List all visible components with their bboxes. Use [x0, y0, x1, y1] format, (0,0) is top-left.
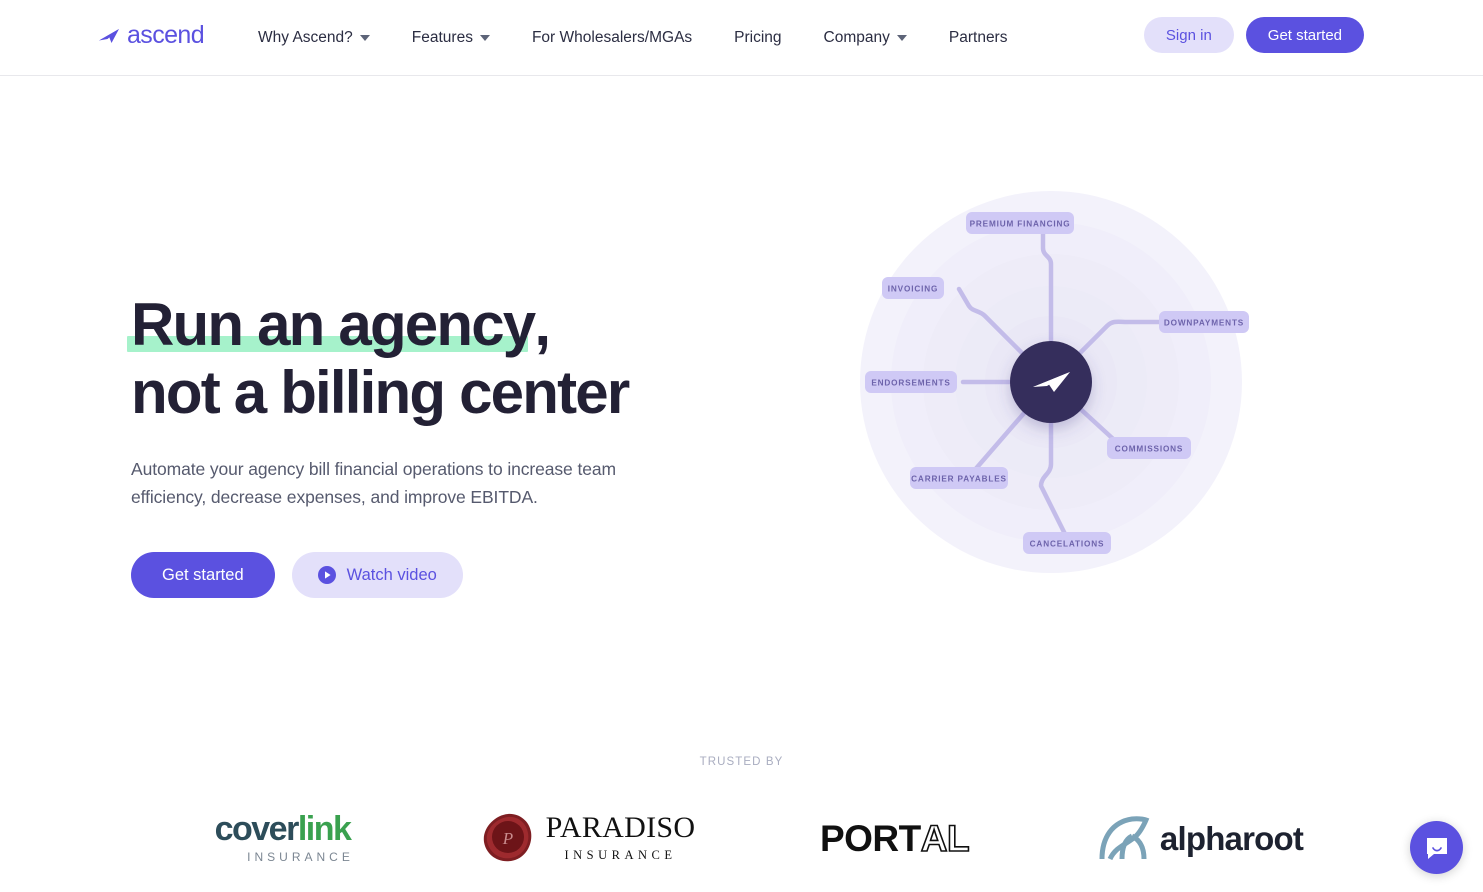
diagram-node-carrier-payables: CARRIER PAYABLES	[910, 467, 1008, 489]
chevron-down-icon	[896, 35, 907, 41]
portal-part-one: PORT	[819, 817, 921, 859]
hero-section: Run an agency, not a billing center Auto…	[0, 76, 1483, 756]
watch-video-button[interactable]: Watch video	[291, 552, 463, 599]
diagram-node-cancelations: CANCELATIONS	[1023, 532, 1111, 554]
chat-bubble-smile-icon	[1424, 835, 1450, 861]
diagram-node-commissions: COMMISSIONS	[1107, 437, 1191, 459]
play-circle-icon	[317, 566, 336, 585]
diagram-node-label: ENDORSEMENTS	[871, 379, 950, 388]
nav-item-company[interactable]: Company	[824, 29, 907, 47]
nav-item-label: Pricing	[734, 29, 782, 46]
coverlink-part-two: link	[297, 810, 352, 848]
coverlink-subtitle: INSURANCE	[247, 850, 354, 864]
diagram-node-label: COMMISSIONS	[1115, 445, 1184, 454]
nav-item-partners[interactable]: Partners	[949, 29, 1008, 47]
coverlink-part-one: cover	[214, 810, 300, 848]
diagram-node-invoicing: INVOICING	[882, 277, 944, 299]
hero-title-line-1: Run an agency	[131, 291, 536, 358]
alpharoot-leaf-icon	[1098, 816, 1150, 860]
nav-item-label: For Wholesalers/MGAs	[531, 29, 693, 46]
diagram-node-label: CARRIER PAYABLES	[911, 475, 1007, 484]
paradiso-name: PARADISO	[545, 811, 696, 844]
hero-copy: Run an agency, not a billing center Auto…	[126, 291, 751, 599]
hero-buttons: Get started Watch video	[131, 552, 751, 599]
nav-item-why-ascend[interactable]: Why Ascend?	[258, 29, 370, 47]
svg-text:P: P	[501, 829, 512, 848]
diagram-node-label: PREMIUM FINANCING	[970, 220, 1071, 229]
chat-launcher-button[interactable]	[1410, 821, 1463, 874]
top-navigation-bar: ascend Why Ascend? Features For Wholesal…	[0, 0, 1483, 76]
diagram-node-endorsements: ENDORSEMENTS	[865, 371, 957, 393]
chevron-down-icon	[359, 35, 370, 41]
get-started-button-hero[interactable]: Get started	[131, 552, 275, 599]
portal-part-two: AL	[920, 817, 970, 859]
hero-title-highlight: Run an agency	[126, 291, 536, 359]
nav-item-label: Why Ascend?	[258, 29, 353, 46]
watch-video-label: Watch video	[346, 565, 437, 584]
trusted-by-label: TRUSTED BY	[699, 756, 784, 768]
hero-title-comma: ,	[534, 291, 551, 358]
hero-title: Run an agency, not a billing center	[126, 291, 751, 427]
partner-logo-coverlink: cover link INSURANCE	[130, 802, 436, 874]
get-started-button-nav[interactable]: Get started	[1245, 17, 1364, 53]
diagram-node-label: CANCELATIONS	[1030, 540, 1105, 549]
alpharoot-name: alpharoot	[1159, 819, 1304, 857]
nav-item-label: Company	[823, 29, 890, 46]
sign-in-button[interactable]: Sign in	[1143, 17, 1234, 53]
diagram-hub	[1010, 341, 1092, 423]
partner-logo-paradiso: P PARADISO INSURANCE	[436, 802, 742, 874]
diagram-node-label: DOWNPAYMENTS	[1164, 319, 1244, 328]
diagram-node-downpayments: DOWNPAYMENTS	[1159, 311, 1249, 333]
wax-seal-icon: P	[482, 813, 534, 863]
trusted-by-section: TRUSTED BY cover link INSURANCE P PARADI…	[0, 756, 1483, 874]
chevron-down-icon	[479, 35, 490, 41]
nav-item-pricing[interactable]: Pricing	[734, 29, 781, 47]
diagram-node-label: INVOICING	[888, 285, 938, 294]
partner-logo-alpharoot: alpharoot	[1048, 802, 1354, 874]
partner-logo-row: cover link INSURANCE P PARADISO INSURANC…	[0, 802, 1483, 874]
nav-links: Why Ascend? Features For Wholesalers/MGA…	[258, 0, 1007, 76]
ascend-logo[interactable]: ascend	[98, 21, 205, 49]
partner-logo-portal: PORT AL	[742, 802, 1048, 874]
hero-radial-diagram: PREMIUM FINANCING INVOICING DOWNPAYMENTS…	[855, 186, 1255, 586]
hero-title-line-2: not a billing center	[131, 358, 630, 426]
ascend-swoosh-icon	[98, 28, 120, 44]
paradiso-subtitle: INSURANCE	[564, 848, 677, 862]
ascend-logo-text: ascend	[127, 21, 205, 49]
hero-subtitle: Automate your agency bill financial oper…	[131, 458, 616, 507]
diagram-node-premium-financing: PREMIUM FINANCING	[966, 212, 1074, 234]
nav-item-label: Partners	[948, 29, 1008, 46]
nav-actions: Sign in Get started	[1143, 17, 1364, 53]
nav-item-features[interactable]: Features	[412, 29, 490, 47]
nav-item-label: Features	[411, 29, 473, 46]
nav-item-for-wholesalers-mgas[interactable]: For Wholesalers/MGAs	[532, 29, 692, 47]
